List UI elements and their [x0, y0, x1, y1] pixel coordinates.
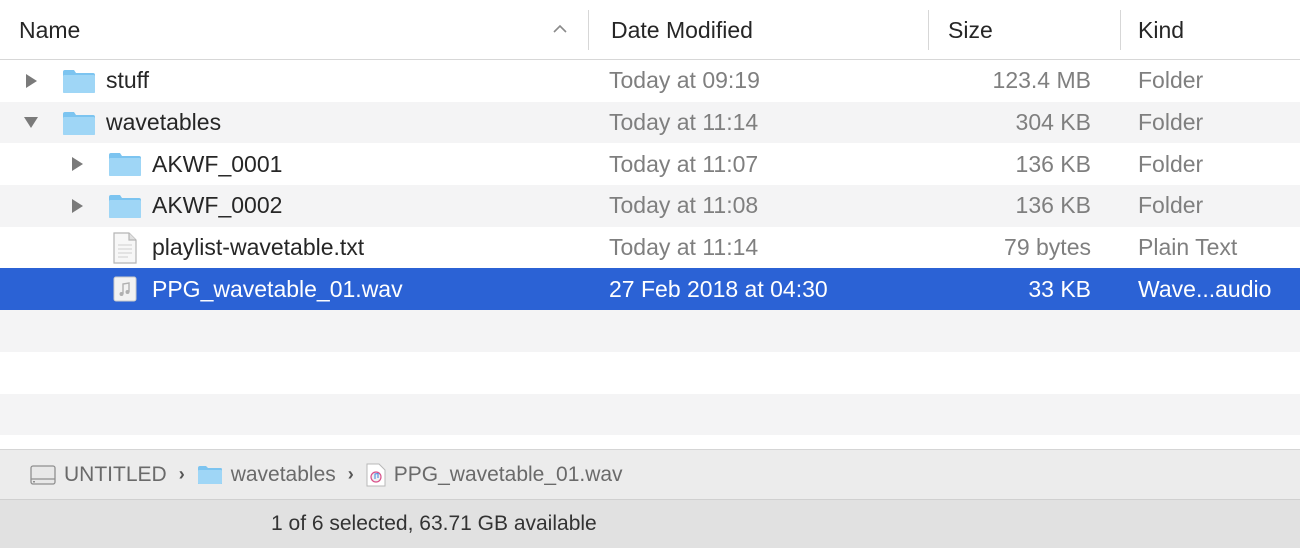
- drive-icon: [30, 464, 56, 485]
- empty-row: [0, 393, 1300, 436]
- folder-icon: [62, 102, 96, 144]
- path-item-untitled[interactable]: UNTITLED: [30, 463, 167, 487]
- name-column-header[interactable]: Name: [0, 0, 588, 60]
- file-row-playlist[interactable]: playlist-wavetable.txt Today at 11:14 79…: [0, 227, 1300, 269]
- file-size: 304 KB: [1015, 109, 1091, 136]
- disclosure-collapsed-icon[interactable]: [22, 60, 40, 102]
- status-bar: 1 of 6 selected, 63.71 GB available: [0, 499, 1300, 548]
- folder-icon: [62, 60, 96, 102]
- folder-icon: [197, 465, 222, 484]
- file-row-wavetables[interactable]: wavetables Today at 11:14 304 KB Folder: [0, 101, 1300, 144]
- file-date: Today at 11:14: [609, 234, 759, 261]
- chevron-right-icon: ›: [347, 464, 354, 484]
- date-modified-column-label: Date Modified: [611, 16, 753, 43]
- text-document-icon: [108, 227, 142, 269]
- file-row-stuff[interactable]: stuff Today at 09:19 123.4 MB Folder: [0, 60, 1300, 102]
- file-size: 123.4 MB: [992, 67, 1091, 94]
- kind-column-header[interactable]: Kind: [1120, 0, 1300, 60]
- path-item-ppg-wavetable[interactable]: PPG_wavetable_01.wav: [366, 463, 623, 487]
- file-kind: Wave...audio: [1138, 275, 1272, 302]
- size-column-label: Size: [948, 16, 993, 43]
- file-name: AKWF_0001: [152, 150, 283, 177]
- file-date: Today at 11:14: [609, 109, 759, 136]
- column-divider: [588, 10, 589, 50]
- name-column-label: Name: [19, 16, 81, 43]
- disclosure-collapsed-icon[interactable]: [68, 143, 86, 185]
- kind-column-label: Kind: [1138, 16, 1185, 43]
- file-size: 33 KB: [1028, 275, 1091, 302]
- file-kind: Plain Text: [1138, 234, 1238, 261]
- date-modified-column-header[interactable]: Date Modified: [588, 0, 928, 60]
- file-list: stuff Today at 09:19 123.4 MB Folder wav…: [0, 60, 1300, 436]
- file-kind: Folder: [1138, 109, 1204, 136]
- file-name: stuff: [106, 67, 150, 94]
- file-date: 27 Feb 2018 at 04:30: [609, 275, 828, 302]
- status-text: 1 of 6 selected, 63.71 GB available: [271, 512, 597, 535]
- file-size: 136 KB: [1015, 192, 1091, 219]
- file-name: playlist-wavetable.txt: [152, 234, 365, 261]
- size-column-header[interactable]: Size: [928, 0, 1120, 60]
- column-divider: [928, 10, 929, 50]
- path-bar: UNTITLED › wavetables › PPG_wavetable_01…: [0, 449, 1300, 499]
- audio-file-icon: [366, 463, 386, 486]
- column-divider: [1120, 10, 1121, 50]
- sort-ascending-icon[interactable]: [552, 24, 568, 34]
- path-item-label: wavetables: [230, 462, 336, 486]
- file-name: AKWF_0002: [152, 192, 283, 219]
- path-item-wavetables[interactable]: wavetables: [197, 463, 336, 487]
- file-kind: Folder: [1138, 67, 1204, 94]
- audio-file-icon: [108, 268, 142, 310]
- empty-row: [0, 310, 1300, 352]
- folder-icon: [108, 185, 142, 227]
- file-row-akwf-0001[interactable]: AKWF_0001 Today at 11:07 136 KB Folder: [0, 143, 1300, 185]
- file-kind: Folder: [1138, 192, 1204, 219]
- file-name: wavetables: [106, 109, 222, 136]
- file-name: PPG_wavetable_01.wav: [152, 275, 403, 302]
- file-row-akwf-0002[interactable]: AKWF_0002 Today at 11:08 136 KB Folder: [0, 185, 1300, 227]
- disclosure-collapsed-icon[interactable]: [68, 185, 86, 227]
- folder-icon: [108, 143, 142, 185]
- disclosure-expanded-icon[interactable]: [22, 102, 40, 144]
- chevron-right-icon: ›: [178, 464, 185, 484]
- file-date: Today at 11:07: [609, 150, 759, 177]
- file-kind: Folder: [1138, 150, 1204, 177]
- file-date: Today at 09:19: [609, 67, 760, 94]
- file-size: 79 bytes: [1004, 234, 1091, 261]
- path-item-label: UNTITLED: [64, 462, 167, 486]
- empty-row: [0, 352, 1300, 394]
- file-row-ppg-wavetable[interactable]: PPG_wavetable_01.wav 27 Feb 2018 at 04:3…: [0, 268, 1300, 311]
- file-size: 136 KB: [1015, 150, 1091, 177]
- file-date: Today at 11:08: [609, 192, 759, 219]
- path-item-label: PPG_wavetable_01.wav: [393, 462, 623, 486]
- column-header: Name Date Modified Size Kind: [0, 0, 1300, 60]
